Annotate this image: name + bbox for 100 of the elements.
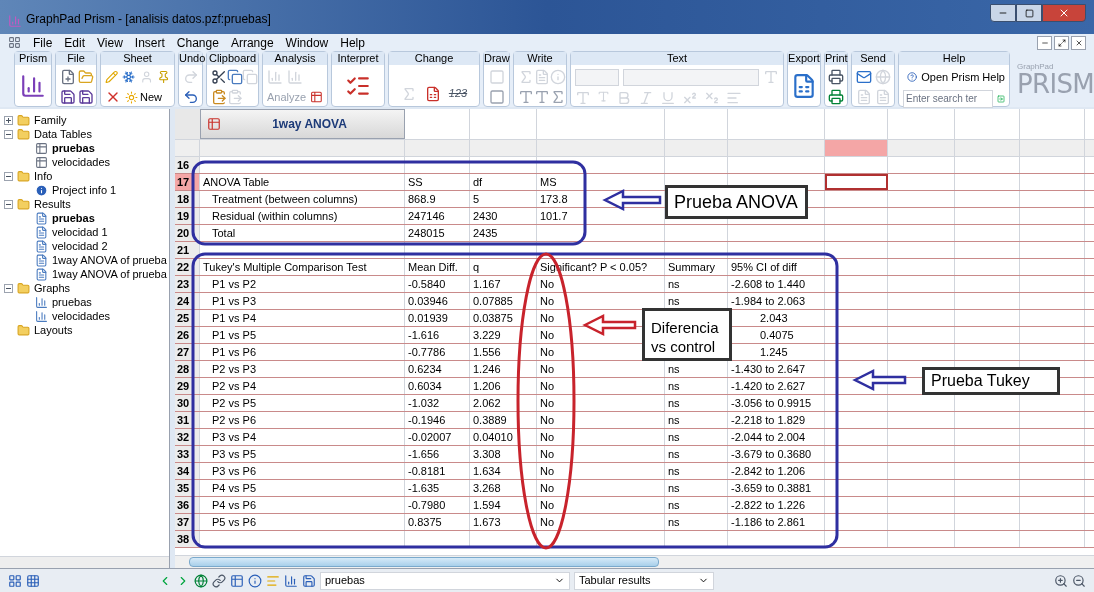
cell-text: -2.218 to 1.829 (730, 413, 805, 428)
row-number: 18 (175, 191, 200, 207)
cell-text: Mean Diff. (407, 260, 458, 275)
search-field[interactable]: Enter search ter (903, 89, 993, 108)
group-label: Print (825, 52, 847, 65)
cell-text: ns (667, 362, 680, 377)
row-number: 23 (175, 276, 200, 292)
menu-item[interactable]: File (33, 33, 53, 52)
menu-item[interactable]: View (97, 33, 123, 52)
cell-text: df (472, 175, 483, 190)
cell-text: 101.7 (539, 209, 568, 224)
cell-text: ns (667, 515, 680, 530)
cell-text: -2.608 to 1.440 (730, 277, 805, 292)
cell-text: No (539, 447, 555, 462)
group-label: Clipboard (207, 52, 258, 65)
cell-text: -0.1946 (407, 413, 446, 428)
cell-text: 1.167 (472, 277, 501, 292)
cell-text: ns (667, 430, 680, 445)
row-number: 36 (175, 497, 200, 513)
cell-text: Treatment (between columns) (211, 192, 358, 207)
cell-text: ns (667, 481, 680, 496)
cell-text: P4 vs P5 (211, 481, 257, 496)
cell-text: 3.268 (472, 481, 501, 496)
cell-text: 1.245 (759, 345, 788, 360)
menu-item[interactable]: Edit (64, 33, 86, 52)
row-number: 25 (175, 310, 200, 326)
cell-text: -3.659 to 0.3881 (730, 481, 812, 496)
cell-text: 2435 (472, 226, 498, 241)
cell-text: 0.8375 (407, 515, 442, 530)
cell-text: ns (667, 413, 680, 428)
cell-text: 1.634 (472, 464, 501, 479)
cell-text: 0.01939 (407, 311, 448, 326)
cell-text: No (539, 430, 555, 445)
cell-text: -0.5840 (407, 277, 446, 292)
cell-text: 0.6234 (407, 362, 442, 377)
cell-text: -0.02007 (407, 430, 452, 445)
decimal-button[interactable]: 123 (448, 85, 468, 102)
cell-text: 5 (472, 192, 480, 207)
cell-text: SS (407, 175, 423, 190)
cell-text: P1 vs P4 (211, 311, 257, 326)
group-label: Change (389, 52, 479, 65)
cell-text: 95% CI of diff (730, 260, 797, 275)
sheet-dropdown[interactable]: pruebas (320, 571, 570, 590)
cell-text: ns (667, 447, 680, 462)
cell-text: MS (539, 175, 557, 190)
group-label: Sheet (101, 52, 174, 65)
cell-text: -3.056 to 0.9915 (730, 396, 812, 411)
menu-item[interactable]: Change (176, 33, 219, 52)
cell-text: 0.03946 (407, 294, 448, 309)
cell-text: P2 vs P4 (211, 379, 257, 394)
cell-text: 868.9 (407, 192, 436, 207)
group-label: Prism (15, 52, 51, 65)
cell-text: -0.7980 (407, 498, 446, 513)
cell-text: -2.044 to 2.004 (730, 430, 805, 445)
group-label: Write (514, 52, 566, 65)
cell-text: 0.3889 (472, 413, 507, 428)
cell-text: No (539, 515, 555, 530)
cell-text: -1.186 to 2.861 (730, 515, 805, 530)
menu-item[interactable]: Arrange (230, 33, 274, 52)
cell-text: 2430 (472, 209, 498, 224)
cell-text: 3.308 (472, 447, 501, 462)
cell-text: -1.984 to 2.063 (730, 294, 805, 309)
row-number: 17 (175, 174, 200, 190)
window-title: GraphPad Prism - [analisis datos.pzf:pruebas] (26, 11, 271, 28)
cell-text: 0.03875 (472, 311, 513, 326)
cell-text: No (539, 345, 555, 360)
cell-text: No (539, 498, 555, 513)
callout-label: Diferencia vs control (642, 308, 732, 361)
help-button[interactable]: Open Prism Help (903, 69, 1005, 86)
row-number: 16 (175, 157, 200, 173)
cell-text: -1.616 (407, 328, 440, 343)
cell-text: 1.246 (472, 362, 501, 377)
cell-text: -1.420 to 2.627 (730, 379, 805, 394)
cell-text: -1.656 (407, 447, 440, 462)
cell-text: P3 vs P6 (211, 464, 257, 479)
menu-item[interactable]: Insert (134, 33, 165, 52)
row-number: 26 (175, 327, 200, 343)
cell-text: 0.07885 (472, 294, 513, 309)
group-label: Interpret (332, 52, 384, 65)
cell-text: P2 vs P3 (211, 362, 257, 377)
cell-text: -1.032 (407, 396, 440, 411)
new-sheet-button[interactable]: New (125, 89, 162, 106)
cell-text: No (539, 311, 555, 326)
menu-item[interactable]: Help (340, 33, 365, 52)
tree-item[interactable]: Info (34, 167, 53, 185)
group-label: File (56, 52, 96, 65)
cell-text: 0.6034 (407, 379, 442, 394)
cell-text: P3 vs P4 (211, 430, 257, 445)
row-number: 35 (175, 480, 200, 496)
cell-text: No (539, 379, 555, 394)
view-dropdown[interactable]: Tabular results (574, 571, 714, 590)
cell-text: P4 vs P6 (211, 498, 257, 513)
cell-text: -0.8181 (407, 464, 446, 479)
cell-text: Tukey's Multiple Comparison Test (202, 260, 367, 275)
cell-text: P3 vs P5 (211, 447, 257, 462)
menu-item[interactable]: Window (285, 33, 329, 52)
group-label: Analysis (263, 52, 327, 65)
cell-text: 2.062 (472, 396, 501, 411)
cell-text: 1.556 (472, 345, 501, 360)
row-number: 30 (175, 395, 200, 411)
